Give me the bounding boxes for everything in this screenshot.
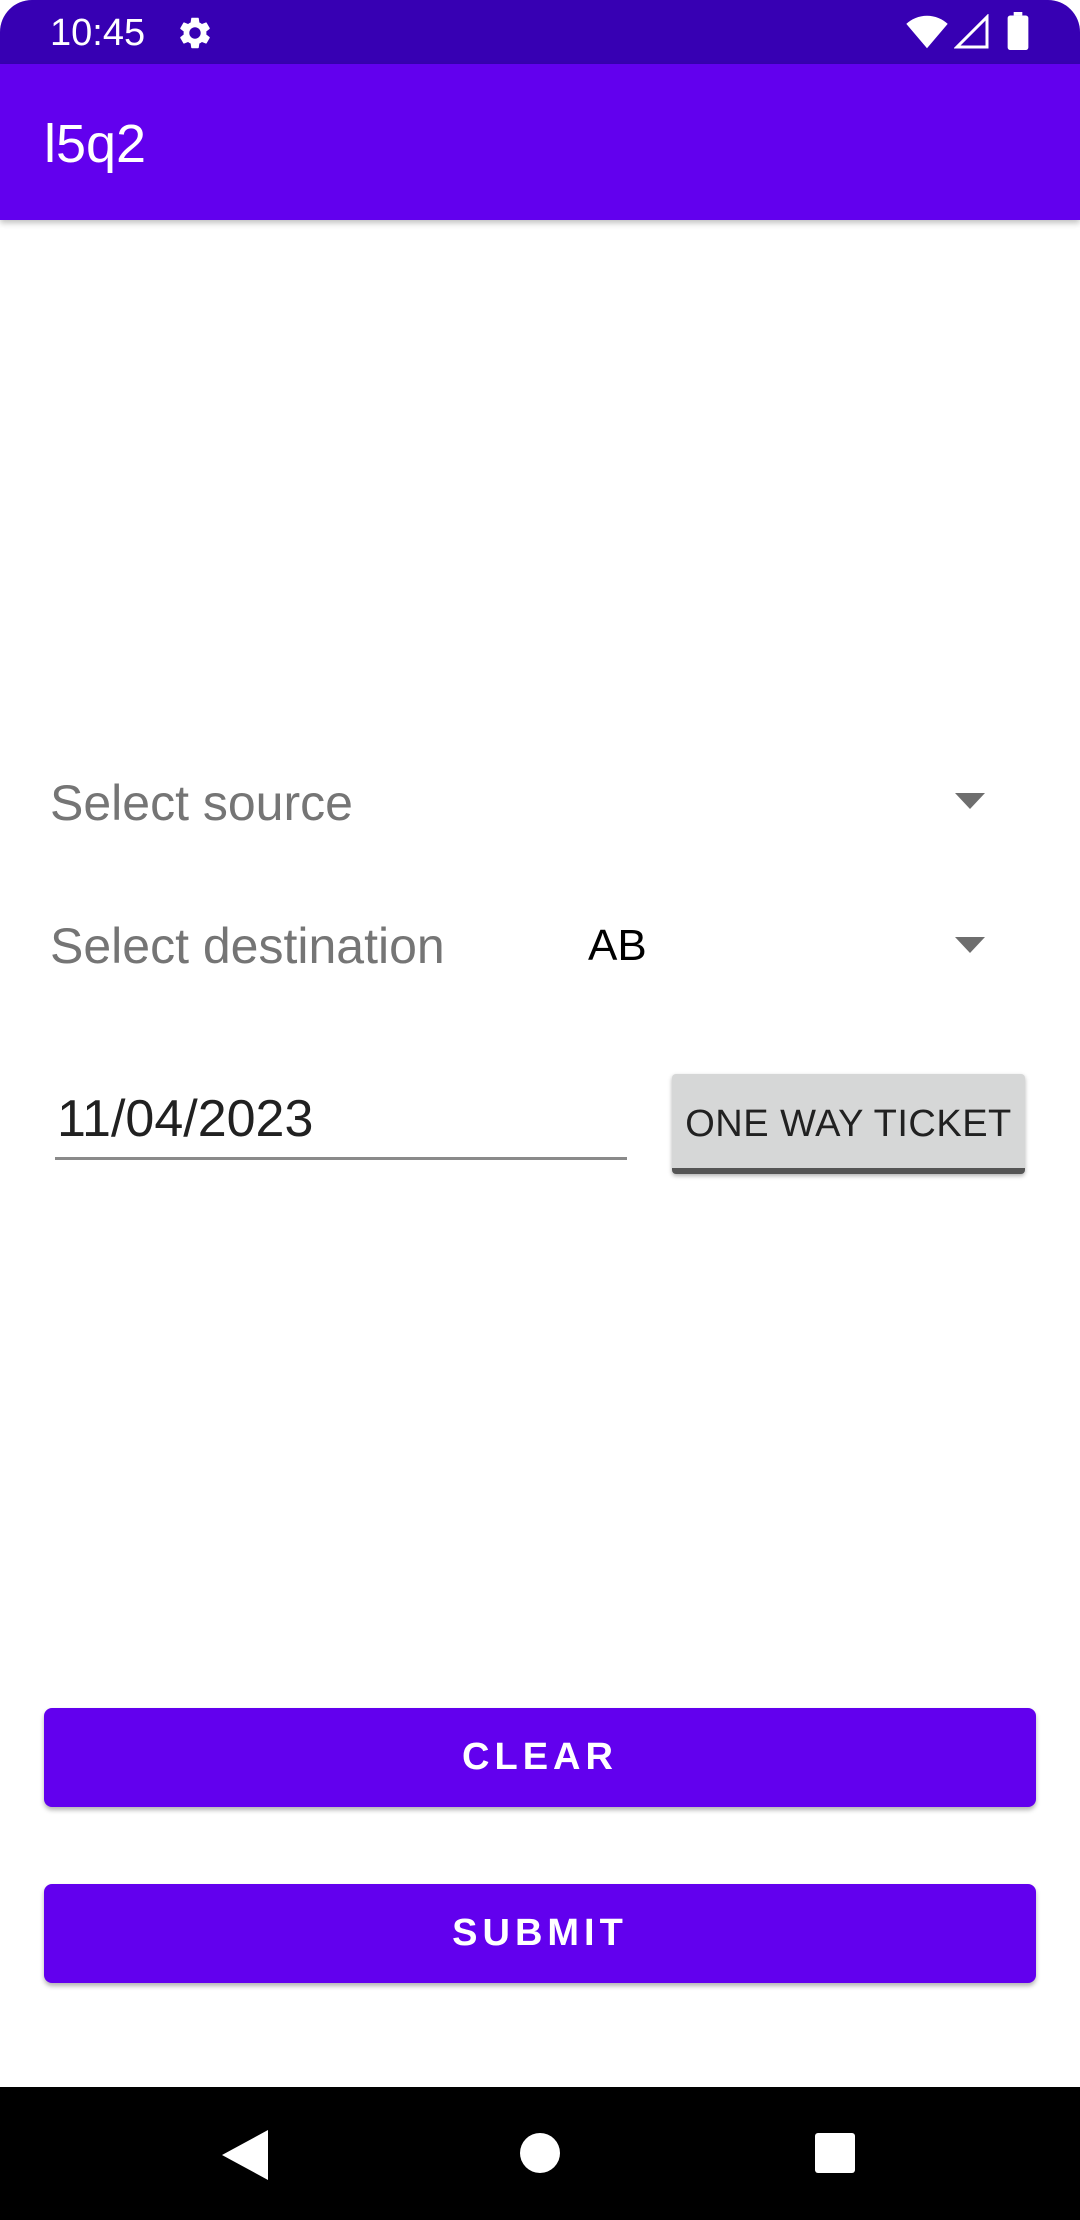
back-icon[interactable] (222, 2130, 268, 2180)
destination-dropdown-arrow-icon[interactable] (955, 937, 985, 953)
one-way-ticket-toggle[interactable]: ONE WAY TICKET (672, 1074, 1025, 1174)
recents-icon[interactable] (814, 2132, 856, 2174)
submit-button[interactable]: SUBMIT (44, 1884, 1036, 1983)
battery-icon (1007, 12, 1029, 50)
destination-label: Select destination (50, 918, 445, 974)
settings-gear-icon (180, 17, 210, 49)
source-spinner[interactable] (560, 747, 1020, 857)
home-icon[interactable] (519, 2132, 561, 2174)
source-dropdown-arrow-icon[interactable] (955, 793, 985, 809)
navigation-bar (0, 2087, 1080, 2220)
destination-spinner[interactable]: AB (560, 891, 1020, 1001)
source-label: Select source (50, 775, 353, 831)
status-bar: 10:45 (0, 0, 1080, 64)
clear-button[interactable]: CLEAR (44, 1708, 1036, 1807)
wifi-icon (906, 15, 948, 49)
cell-signal-icon (954, 14, 989, 49)
date-input[interactable] (55, 1080, 627, 1160)
app-bar: l5q2 (0, 64, 1080, 220)
app-title: l5q2 (44, 114, 147, 174)
status-time: 10:45 (50, 12, 146, 54)
destination-spinner-value: AB (588, 921, 647, 970)
